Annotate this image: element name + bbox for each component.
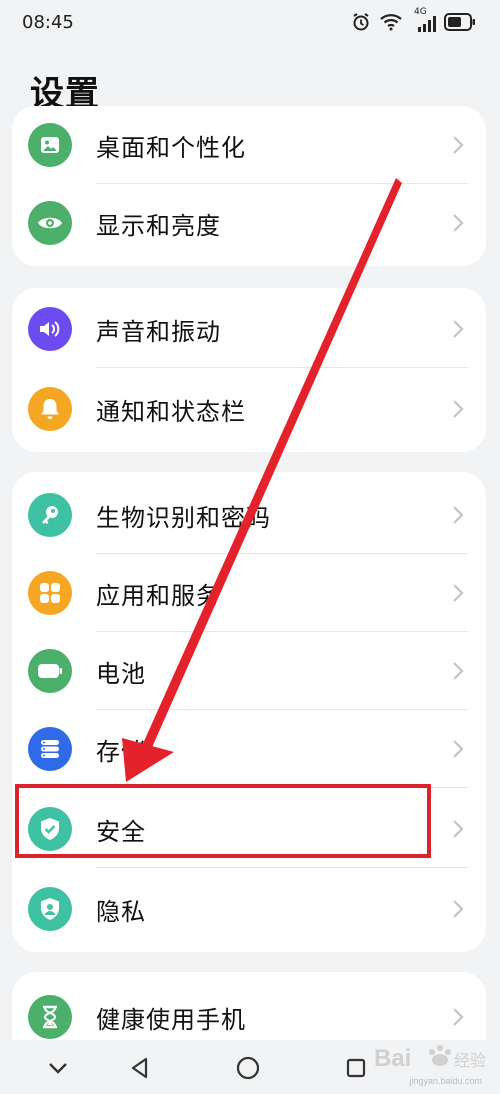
status-icons: 4G bbox=[350, 7, 476, 33]
settings-item-label: 显示和亮度 bbox=[96, 211, 221, 240]
chevron-right-icon bbox=[448, 399, 468, 419]
settings-group-display: 桌面和个性化 显示和亮度 bbox=[12, 106, 486, 266]
speaker-icon bbox=[28, 307, 72, 351]
settings-item-apps-services[interactable]: 应用和服务 bbox=[12, 554, 486, 632]
highlight-box bbox=[15, 784, 431, 858]
settings-group-security: 生物识别和密码 应用和服务 电池 存储 安全 隐私 bbox=[12, 472, 486, 952]
hourglass-icon bbox=[28, 995, 72, 1039]
settings-item-privacy[interactable]: 隐私 bbox=[12, 870, 486, 948]
image-icon bbox=[28, 123, 72, 167]
settings-item-label: 电池 bbox=[96, 659, 146, 688]
storage-icon bbox=[28, 727, 72, 771]
chevron-right-icon bbox=[448, 661, 468, 681]
settings-item-label: 隐私 bbox=[96, 897, 146, 926]
chevron-right-icon bbox=[448, 739, 468, 759]
chevron-right-icon bbox=[448, 505, 468, 525]
signal-icon: 4G bbox=[410, 7, 436, 33]
collapse-chevron-down-icon[interactable] bbox=[44, 1054, 72, 1082]
settings-item-label: 应用和服务 bbox=[96, 581, 221, 610]
settings-item-label: 通知和状态栏 bbox=[96, 397, 246, 426]
network-type: 4G bbox=[414, 7, 427, 17]
settings-item-desktop-personalization[interactable]: 桌面和个性化 bbox=[12, 106, 486, 184]
settings-item-sound-vibration[interactable]: 声音和振动 bbox=[12, 290, 486, 368]
recents-square-icon[interactable] bbox=[342, 1054, 370, 1082]
settings-item-battery[interactable]: 电池 bbox=[12, 632, 486, 710]
settings-item-label: 健康使用手机 bbox=[96, 1005, 246, 1034]
bell-icon bbox=[28, 387, 72, 431]
settings-item-storage[interactable]: 存储 bbox=[12, 710, 486, 788]
settings-item-label: 生物识别和密码 bbox=[96, 503, 271, 532]
status-time: 08:45 bbox=[22, 12, 74, 33]
eye-icon bbox=[28, 201, 72, 245]
alarm-icon bbox=[350, 11, 372, 33]
chevron-right-icon bbox=[448, 213, 468, 233]
watermark-text: Bai bbox=[374, 1045, 411, 1072]
status-bar: 08:45 4G bbox=[0, 0, 500, 46]
back-triangle-icon[interactable] bbox=[126, 1054, 154, 1082]
divider bbox=[96, 867, 468, 868]
settings-item-display-brightness[interactable]: 显示和亮度 bbox=[12, 184, 486, 262]
settings-item-notifications-statusbar[interactable]: 通知和状态栏 bbox=[12, 370, 486, 448]
chevron-right-icon bbox=[448, 899, 468, 919]
chevron-right-icon bbox=[448, 583, 468, 603]
battery-icon bbox=[28, 649, 72, 693]
chevron-right-icon bbox=[448, 135, 468, 155]
settings-item-biometrics-password[interactable]: 生物识别和密码 bbox=[12, 476, 486, 554]
settings-item-label: 存储 bbox=[96, 737, 146, 766]
settings-item-label: 桌面和个性化 bbox=[96, 133, 246, 162]
watermark-text-2: 经验 bbox=[454, 1051, 486, 1070]
settings-item-label: 声音和振动 bbox=[96, 317, 221, 346]
battery-icon bbox=[444, 11, 476, 33]
chevron-right-icon bbox=[448, 319, 468, 339]
settings-group-sound: 声音和振动 通知和状态栏 bbox=[12, 288, 486, 452]
wifi-icon bbox=[380, 11, 402, 33]
watermark-url: jingyan.baidu.com bbox=[409, 1076, 482, 1086]
home-circle-icon[interactable] bbox=[234, 1054, 262, 1082]
chevron-right-icon bbox=[448, 1007, 468, 1027]
privacy-user-icon bbox=[28, 887, 72, 931]
apps-grid-icon bbox=[28, 571, 72, 615]
divider bbox=[96, 367, 468, 368]
key-icon bbox=[28, 493, 72, 537]
chevron-right-icon bbox=[448, 819, 468, 839]
